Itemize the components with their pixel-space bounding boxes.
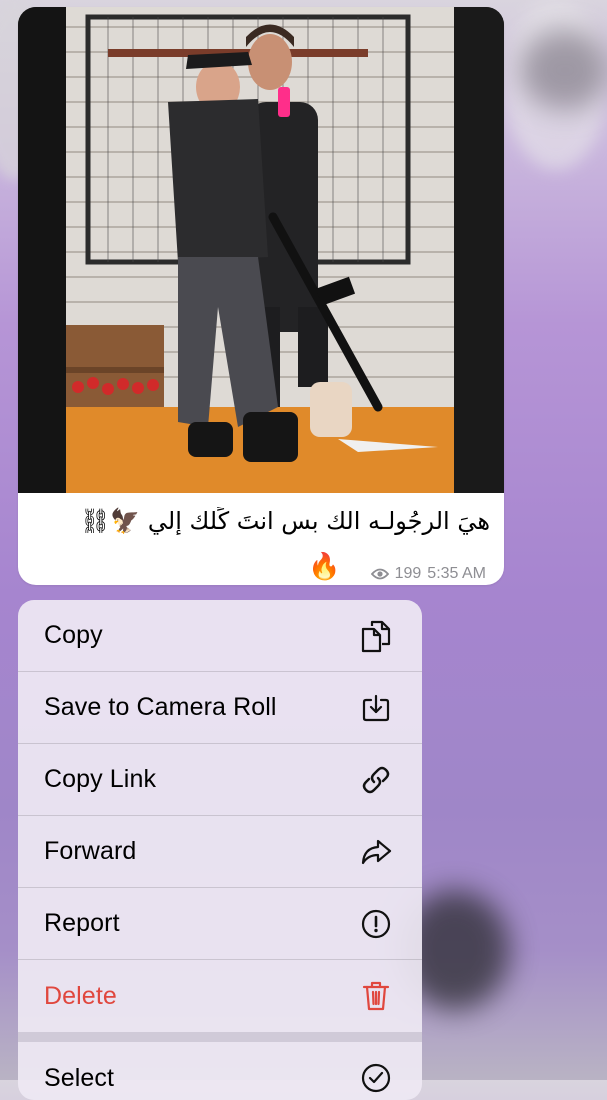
- menu-item-copy[interactable]: Copy: [18, 600, 422, 672]
- check-circle-icon: [358, 1060, 394, 1096]
- exclamation-circle-icon: [358, 906, 394, 942]
- menu-item-forward[interactable]: Forward: [18, 816, 422, 888]
- menu-item-label: Delete: [44, 981, 117, 1010]
- context-menu: Copy Save to Camera Roll Copy Link Forwa…: [18, 600, 422, 1100]
- forward-icon: [358, 834, 394, 870]
- view-count: 199: [394, 565, 422, 582]
- menu-item-label: Copy: [44, 621, 103, 649]
- message-photo[interactable]: [18, 7, 504, 493]
- menu-item-label: Copy Link: [44, 765, 157, 793]
- eye-icon: [370, 567, 389, 581]
- menu-item-report[interactable]: Report: [18, 888, 422, 960]
- message-caption: هيَ الرجُولـه الك بس انتَ كًلك إلي 🦅⛓: [79, 507, 490, 535]
- reaction-emoji[interactable]: 🔥: [308, 551, 340, 581]
- message-meta: 199 5:35 AM: [370, 563, 486, 585]
- download-icon: [358, 690, 394, 726]
- menu-item-label: Save to Camera Roll: [44, 693, 277, 721]
- menu-item-label: Report: [44, 909, 120, 937]
- menu-item-select[interactable]: Select: [18, 1042, 422, 1100]
- menu-section-separator: [18, 1032, 422, 1042]
- menu-item-delete[interactable]: Delete: [18, 960, 422, 1032]
- trash-icon: [358, 978, 394, 1014]
- menu-item-copy-link[interactable]: Copy Link: [18, 744, 422, 816]
- photo-image: [18, 7, 504, 493]
- menu-item-label: Select: [44, 1063, 115, 1092]
- menu-item-save-to-camera-roll[interactable]: Save to Camera Roll: [18, 672, 422, 744]
- message-time: 5:35 AM: [427, 565, 486, 582]
- copy-icon: [358, 618, 394, 654]
- menu-item-label: Forward: [44, 837, 137, 865]
- link-icon: [358, 762, 394, 798]
- background-blur: [520, 30, 607, 110]
- message-bubble[interactable]: هيَ الرجُولـه الك بس انتَ كًلك إلي 🦅⛓ 🔥 …: [18, 7, 504, 585]
